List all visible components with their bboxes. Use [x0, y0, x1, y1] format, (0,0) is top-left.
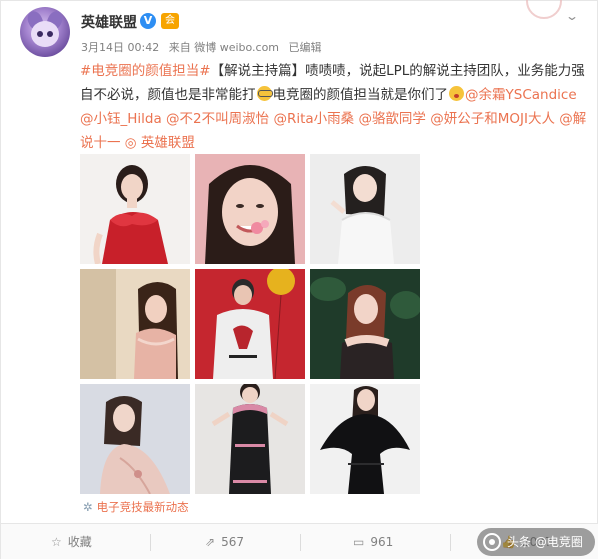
mention-link[interactable]: @Rita小雨桑 [273, 111, 354, 127]
divider [450, 534, 451, 551]
repost-button[interactable]: ⇗ 567 [205, 524, 244, 559]
mention-link[interactable]: @不2不叫周淑怡 [166, 111, 269, 127]
post-text-part2: 电竞圈的颜值担当就是你们了 [272, 87, 449, 103]
edited-label[interactable]: 已编辑 [289, 41, 322, 54]
divider [150, 534, 151, 551]
photo-9-image [310, 384, 420, 494]
photo-7-image [80, 384, 190, 494]
favorite-button[interactable]: ☆ 收藏 [51, 524, 92, 559]
photo-4-image [80, 269, 190, 379]
location-link[interactable]: ◎ 英雄联盟 [125, 135, 195, 151]
mention-link[interactable]: @余霜YSCandice [465, 87, 577, 103]
divider [300, 534, 301, 551]
post-source[interactable]: 来自 微博 weibo.com [169, 41, 279, 54]
avatar-eye-left [37, 31, 43, 37]
comment-button[interactable]: ▭ 961 [353, 524, 393, 559]
surprised-emoji-icon [449, 86, 464, 101]
repost-icon: ⇗ [205, 535, 216, 549]
glasses-emoji-icon [256, 86, 273, 101]
post-meta: 3月14日 00:42 来自 微博 weibo.com 已编辑 [81, 39, 328, 55]
chevron-down-icon[interactable]: ⌄ [565, 9, 579, 23]
photo-8-image [195, 384, 305, 494]
hashtag-link[interactable]: #电竞圈的颜值担当# [80, 63, 211, 79]
star-icon: ☆ [51, 535, 62, 549]
photo-6[interactable] [310, 269, 420, 379]
decorative-stamp [526, 0, 562, 19]
photo-4[interactable] [80, 269, 190, 379]
photo-1[interactable] [80, 154, 190, 264]
photo-3[interactable] [310, 154, 420, 264]
photo-1-image [80, 154, 190, 264]
photo-5-image [195, 269, 305, 379]
source-link-label: 电子竞技最新动态 [96, 500, 189, 514]
photo-7[interactable] [80, 384, 190, 494]
mention-link[interactable]: @小钰_Hilda [80, 111, 162, 127]
avatar[interactable] [20, 7, 70, 57]
source-link[interactable]: ✲ 电子竞技最新动态 [83, 499, 189, 515]
comment-icon: ▭ [353, 535, 365, 549]
location-icon: ◎ [124, 135, 141, 151]
weibo-post-card: 英雄联盟 V 会 3月14日 00:42 来自 微博 weibo.com 已编辑… [0, 0, 598, 559]
mention-link[interactable]: @妍公子和MOJI大人 [430, 111, 555, 127]
repost-count: 567 [221, 535, 244, 549]
photo-6-image [310, 269, 420, 379]
post-text: #电竞圈的颜值担当#【解说主持篇】啧啧啧，说起LPL的解说主持团队，业务能力强自… [80, 59, 590, 155]
photo-2[interactable] [195, 154, 305, 264]
favorite-label: 收藏 [67, 535, 92, 549]
watermark: 头条 @电竞圈 [477, 528, 595, 556]
username[interactable]: 英雄联盟 [81, 12, 137, 32]
watermark-logo-icon [483, 533, 501, 551]
location-label: 英雄联盟 [140, 135, 195, 151]
photo-grid [80, 154, 420, 494]
avatar-face [31, 21, 59, 47]
photo-2-image [195, 154, 305, 264]
member-badge-icon: 会 [161, 13, 179, 29]
photo-8[interactable] [195, 384, 305, 494]
comment-count: 961 [370, 535, 394, 549]
mention-link[interactable]: @骆歆同学 [358, 111, 426, 127]
post-date[interactable]: 3月14日 00:42 [81, 41, 159, 54]
avatar-eye-right [47, 31, 53, 37]
photo-9[interactable] [310, 384, 420, 494]
verified-badge-icon: V [140, 13, 156, 29]
photo-3-image [310, 154, 420, 264]
photo-5[interactable] [195, 269, 305, 379]
link-icon: ✲ [83, 500, 93, 514]
watermark-label: 头条 @电竞圈 [507, 535, 583, 549]
